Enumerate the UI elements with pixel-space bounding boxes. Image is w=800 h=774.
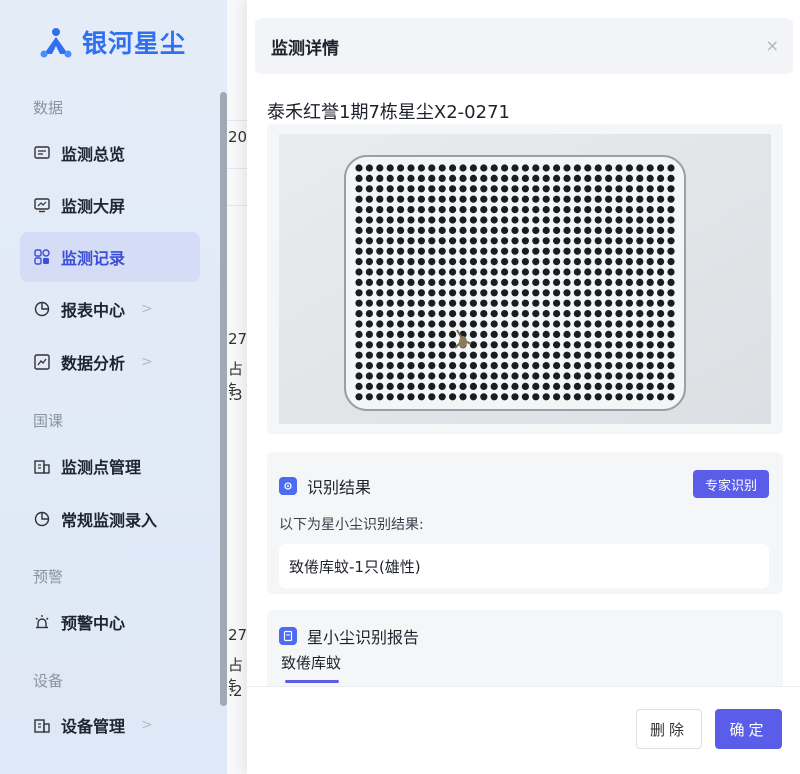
sidebar-item-monitor-record[interactable]: 监测记录: [20, 232, 200, 282]
chevron-right-icon: >: [141, 301, 153, 317]
alarm-icon: [33, 613, 51, 631]
sidebar-item-routine-entry[interactable]: 常规监测录入: [20, 494, 200, 544]
pie-chart-icon: [33, 300, 51, 318]
brand-name: 银河星尘: [82, 29, 187, 58]
monitor-detail-drawer: 监测详情 × 泰禾红誉1期7栋星尘X2-0271 识别结果 专家识别 以下为星小…: [247, 0, 800, 774]
sidebar-item-warning-center[interactable]: 预警中心: [20, 597, 200, 647]
expert-identify-button[interactable]: 专家识别: [692, 470, 769, 498]
drawer-header: 监测详情 ×: [255, 18, 793, 74]
result-title-text: 识别结果: [307, 478, 372, 497]
result-description: 以下为星小尘识别结果:: [279, 517, 424, 533]
report-card-title: 星小尘识别报告: [279, 624, 419, 648]
active-tab-indicator: [285, 680, 339, 683]
trap-photo[interactable]: [279, 134, 771, 424]
report-tab-culex[interactable]: 致倦库蚊: [281, 652, 341, 673]
report-title-text: 星小尘识别报告: [307, 628, 420, 647]
recognition-result-card: 识别结果 专家识别 以下为星小尘识别结果: 致倦库蚊-1只(雄性): [267, 452, 783, 594]
device-title: 泰禾红誉1期7栋星尘X2-0271: [267, 102, 510, 123]
sidebar-scrollbar[interactable]: [220, 92, 227, 706]
sidebar-item-data-analysis[interactable]: 数据分析 >: [20, 337, 200, 387]
sidebar-item-label: 监测总览: [61, 145, 126, 164]
pie-chart-icon: [33, 510, 51, 528]
section-label-data: 数据: [33, 99, 64, 117]
section-label-guoke: 国课: [33, 412, 64, 430]
delete-button[interactable]: 删除: [636, 709, 702, 749]
sidebar-item-report-center[interactable]: 报表中心 >: [20, 284, 200, 334]
building-icon: [33, 457, 51, 475]
section-label-warning: 预警: [33, 568, 64, 586]
trap-photo-container: [267, 124, 783, 434]
sidebar-item-label: 预警中心: [61, 614, 126, 633]
sidebar-item-label: 数据分析: [61, 354, 126, 373]
close-icon[interactable]: ×: [766, 36, 779, 55]
sidebar-item-label: 监测记录: [61, 249, 126, 268]
result-card-title: 识别结果: [279, 474, 371, 498]
brand-logo[interactable]: 银河星尘: [38, 22, 186, 62]
sidebar-item-label: 监测大屏: [61, 197, 126, 216]
screen-icon: [33, 196, 51, 214]
result-value: 致倦库蚊-1只(雄性): [279, 544, 769, 588]
confirm-button[interactable]: 确定: [715, 709, 782, 749]
building-icon: [33, 716, 51, 734]
record-icon: [33, 248, 51, 266]
table-cell-fragment: 271: [228, 330, 247, 348]
table-cell-fragment: :2: [228, 682, 243, 700]
drawer-title: 监测详情: [271, 38, 339, 59]
report-icon: [279, 627, 297, 645]
sidebar-item-label: 设备管理: [61, 717, 126, 736]
section-label-device: 设备: [33, 672, 64, 690]
sidebar: 银河星尘 数据 监测总览 监测大屏 监测记录 报表中心 > 数据分析 > 国课: [0, 0, 244, 774]
sidebar-item-monitor-point[interactable]: 监测点管理: [20, 441, 200, 491]
scan-icon: [279, 477, 297, 495]
drawer-footer: 删除 确定: [247, 686, 800, 774]
table-cell-fragment: :3: [228, 386, 243, 404]
background-table: 20 271 占钅 :3 271 占钅 :2: [227, 0, 247, 774]
monitor-overview-icon: [33, 144, 51, 162]
sidebar-item-label: 监测点管理: [61, 458, 142, 477]
chevron-right-icon: >: [141, 717, 153, 733]
sidebar-item-device-management[interactable]: 设备管理 >: [20, 700, 200, 750]
chevron-right-icon: >: [141, 354, 153, 370]
sidebar-item-label: 报表中心: [61, 301, 126, 320]
sidebar-item-label: 常规监测录入: [61, 511, 158, 530]
recognition-report-card: 星小尘识别报告 致倦库蚊: [267, 610, 783, 690]
line-chart-icon: [33, 353, 51, 371]
table-cell-fragment: 20: [228, 128, 247, 146]
sidebar-item-monitor-screen[interactable]: 监测大屏: [20, 180, 200, 230]
table-cell-fragment: 271: [228, 626, 247, 644]
sidebar-item-monitor-overview[interactable]: 监测总览: [20, 128, 200, 178]
brand-logo-icon: [40, 28, 72, 58]
